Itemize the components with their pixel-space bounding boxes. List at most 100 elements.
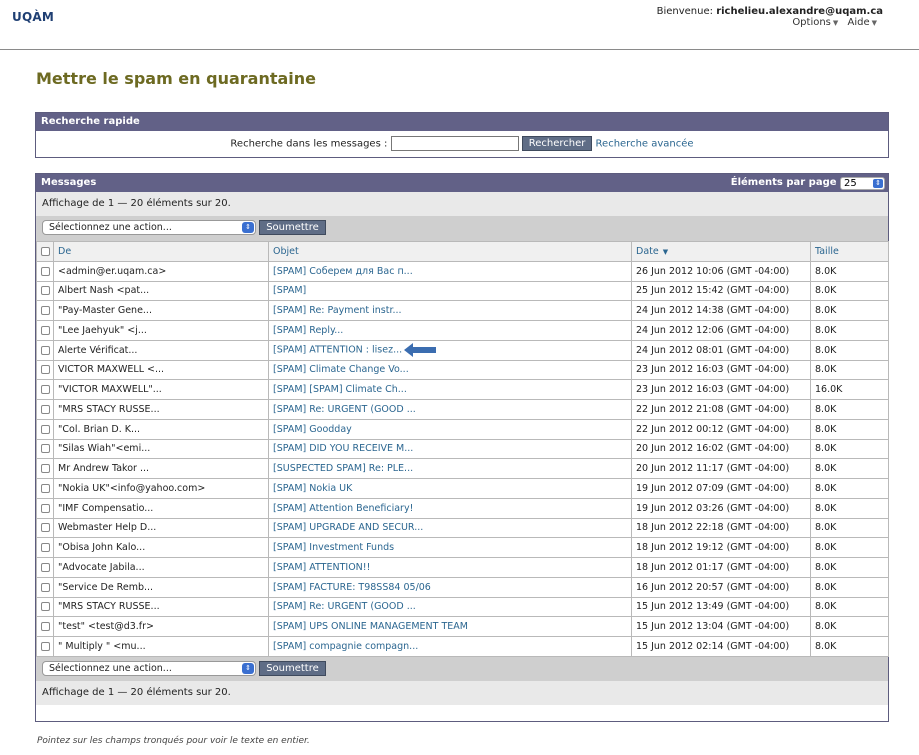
message-from[interactable]: VICTOR MAXWELL <...	[53, 359, 269, 381]
message-from[interactable]: " Multiply " <mu...	[53, 636, 269, 657]
message-subject[interactable]: [SPAM] Nokia UK	[268, 478, 632, 499]
message-from[interactable]: "Silas Wiah"<emi...	[53, 438, 269, 460]
row-checkbox[interactable]	[40, 464, 50, 474]
row-checkbox[interactable]	[40, 266, 50, 276]
table-row[interactable]: "Col. Brian D. K... [SPAM] Goodday 22 Jun …	[36, 418, 889, 440]
message-subject[interactable]: [SPAM] Reply...	[268, 320, 632, 341]
message-subject[interactable]: [SPAM] DID YOU RECEIVE M...	[268, 438, 632, 460]
row-checkbox[interactable]	[40, 543, 50, 553]
table-row[interactable]: "Service De Remb... [SPAM] FACTURE: T98SS…	[36, 576, 889, 598]
message-subject[interactable]: [SPAM] [SPAM] Climate Ch...	[268, 379, 632, 400]
table-row[interactable]: "MRS STACY RUSSE... [SPAM] Re: URGENT (GO…	[36, 596, 889, 618]
row-checkbox[interactable]	[40, 582, 50, 592]
message-subject[interactable]: [SPAM] Climate Change Vo...	[268, 359, 632, 381]
message-from[interactable]: Webmaster Help D...	[53, 517, 269, 539]
message-from[interactable]: "test" <test@d3.fr>	[53, 616, 269, 637]
table-row[interactable]: "test" <test@d3.fr> [SPAM] UPS ONLINE MAN…	[36, 616, 889, 637]
message-from[interactable]: <admin@er.uqam.ca>	[53, 260, 269, 282]
table-row[interactable]: Mr Andrew Takor ... [SUSPECTED SPAM] Re: …	[36, 458, 889, 479]
row-checkbox[interactable]	[40, 404, 50, 414]
row-checkbox[interactable]	[40, 424, 50, 434]
message-subject[interactable]: [SPAM]	[268, 280, 632, 302]
messages-title: Messages	[41, 177, 97, 188]
search-input[interactable]	[390, 136, 519, 151]
submit-button-bottom[interactable]: Soumettre	[259, 660, 326, 676]
column-header-from[interactable]: De	[53, 241, 269, 262]
table-row[interactable]: VICTOR MAXWELL <... [SPAM] Climate Change…	[36, 359, 889, 381]
message-from[interactable]: "VICTOR MAXWELL"...	[53, 379, 269, 400]
row-checkbox[interactable]	[40, 523, 50, 533]
table-row[interactable]: <admin@er.uqam.ca> [SPAM] Соберем для Вас…	[36, 260, 889, 282]
message-from[interactable]: "MRS STACY RUSSE...	[53, 596, 269, 618]
action-select-top[interactable]: Sélectionnez une action... ⇕	[42, 220, 256, 235]
message-subject[interactable]: [SPAM] UPS ONLINE MANAGEMENT TEAM	[268, 616, 632, 637]
advanced-search-link[interactable]: Recherche avancée	[596, 139, 694, 150]
table-row[interactable]: Albert Nash <pat... [SPAM] 25 Jun 2012 15:…	[36, 280, 889, 302]
message-from[interactable]: "Obisa John Kalo...	[53, 537, 269, 558]
message-from[interactable]: "Pay-Master Gene...	[53, 300, 269, 321]
message-from[interactable]: "Advocate Jabila...	[53, 557, 269, 578]
message-subject[interactable]: [SPAM] Investment Funds	[268, 537, 632, 558]
message-from[interactable]: Alerte Vérificat...	[53, 339, 269, 361]
help-menu[interactable]: Aide ▼	[847, 17, 883, 28]
message-subject[interactable]: [SPAM] ATTENTION : lisez...	[268, 339, 632, 361]
row-checkbox[interactable]	[40, 306, 50, 316]
message-subject[interactable]: [SPAM] compagnie compagn...	[268, 636, 632, 657]
row-checkbox[interactable]	[40, 444, 50, 454]
table-row[interactable]: "Lee Jaehyuk" <j... [SPAM] Reply... 24 Jun…	[36, 320, 889, 341]
row-checkbox[interactable]	[40, 385, 50, 395]
message-date: 22 Jun 2012 00:12 (GMT -04:00)	[631, 418, 811, 440]
message-subject[interactable]: [SPAM] Goodday	[268, 418, 632, 440]
table-row[interactable]: Webmaster Help D... [SPAM] UPGRADE AND SE…	[36, 517, 889, 539]
message-subject[interactable]: [SPAM] FACTURE: T98SS84 05/06	[268, 576, 632, 598]
row-checkbox-cell	[36, 359, 54, 381]
row-checkbox[interactable]	[40, 286, 50, 296]
message-subject[interactable]: [SPAM] ATTENTION!!	[268, 557, 632, 578]
message-from[interactable]: "Col. Brian D. K...	[53, 418, 269, 440]
select-all-checkbox[interactable]	[40, 246, 50, 256]
message-from[interactable]: "MRS STACY RUSSE...	[53, 399, 269, 420]
message-subject[interactable]: [SUSPECTED SPAM] Re: PLE...	[268, 458, 632, 479]
column-header-subject[interactable]: Objet	[268, 241, 632, 262]
message-from[interactable]: "Lee Jaehyuk" <j...	[53, 320, 269, 341]
message-subject[interactable]: [SPAM] Re: Payment instr...	[268, 300, 632, 321]
message-subject[interactable]: [SPAM] Re: URGENT (GOOD ...	[268, 596, 632, 618]
table-row[interactable]: "Advocate Jabila... [SPAM] ATTENTION!! 18 …	[36, 557, 889, 578]
message-subject[interactable]: [SPAM] Re: URGENT (GOOD ...	[268, 399, 632, 420]
chevron-down-icon: ▼	[871, 19, 877, 27]
message-from[interactable]: "IMF Compensatio...	[53, 497, 269, 519]
table-row[interactable]: "VICTOR MAXWELL"... [SPAM] [SPAM] Climate…	[36, 379, 889, 400]
submit-button-top[interactable]: Soumettre	[259, 220, 326, 235]
message-size: 8.0K	[810, 300, 889, 321]
row-checkbox[interactable]	[40, 325, 50, 335]
message-from[interactable]: "Service De Remb...	[53, 576, 269, 598]
row-checkbox[interactable]	[40, 622, 50, 632]
per-page-select[interactable]: 25 ⇕	[840, 177, 885, 190]
row-checkbox[interactable]	[40, 562, 50, 572]
row-checkbox[interactable]	[40, 483, 50, 493]
row-checkbox[interactable]	[40, 602, 50, 612]
column-header-date[interactable]: Date ▼	[631, 241, 811, 262]
table-row[interactable]: "Silas Wiah"<emi... [SPAM] DID YOU RECEIV…	[36, 438, 889, 460]
message-from[interactable]: "Nokia UK"<info@yahoo.com>	[53, 478, 269, 499]
table-row[interactable]: "Obisa John Kalo... [SPAM] Investment Fun…	[36, 537, 889, 558]
table-row[interactable]: "MRS STACY RUSSE... [SPAM] Re: URGENT (GO…	[36, 399, 889, 420]
table-row[interactable]: "Pay-Master Gene... [SPAM] Re: Payment in…	[36, 300, 889, 321]
message-from[interactable]: Albert Nash <pat...	[53, 280, 269, 302]
table-row[interactable]: Alerte Vérificat... [SPAM] ATTENTION : li…	[36, 339, 889, 361]
message-subject[interactable]: [SPAM] Соберем для Вас п...	[268, 260, 632, 282]
options-menu[interactable]: Options ▼	[792, 17, 844, 28]
message-from[interactable]: Mr Andrew Takor ...	[53, 458, 269, 479]
table-row[interactable]: " Multiply " <mu... [SPAM] compagnie comp…	[36, 636, 889, 657]
row-checkbox[interactable]	[40, 641, 50, 651]
row-checkbox[interactable]	[40, 503, 50, 513]
message-subject[interactable]: [SPAM] UPGRADE AND SECUR...	[268, 517, 632, 539]
column-header-size[interactable]: Taille	[810, 241, 889, 262]
action-select-bottom[interactable]: Sélectionnez une action... ⇕	[42, 660, 256, 676]
row-checkbox[interactable]	[40, 345, 50, 355]
row-checkbox[interactable]	[40, 365, 50, 375]
search-button[interactable]: Rechercher	[521, 136, 593, 151]
message-subject[interactable]: [SPAM] Attention Beneficiary!	[268, 497, 632, 519]
table-row[interactable]: "IMF Compensatio... [SPAM] Attention Bene…	[36, 497, 889, 519]
table-row[interactable]: "Nokia UK"<info@yahoo.com> [SPAM] Nokia U…	[36, 478, 889, 499]
